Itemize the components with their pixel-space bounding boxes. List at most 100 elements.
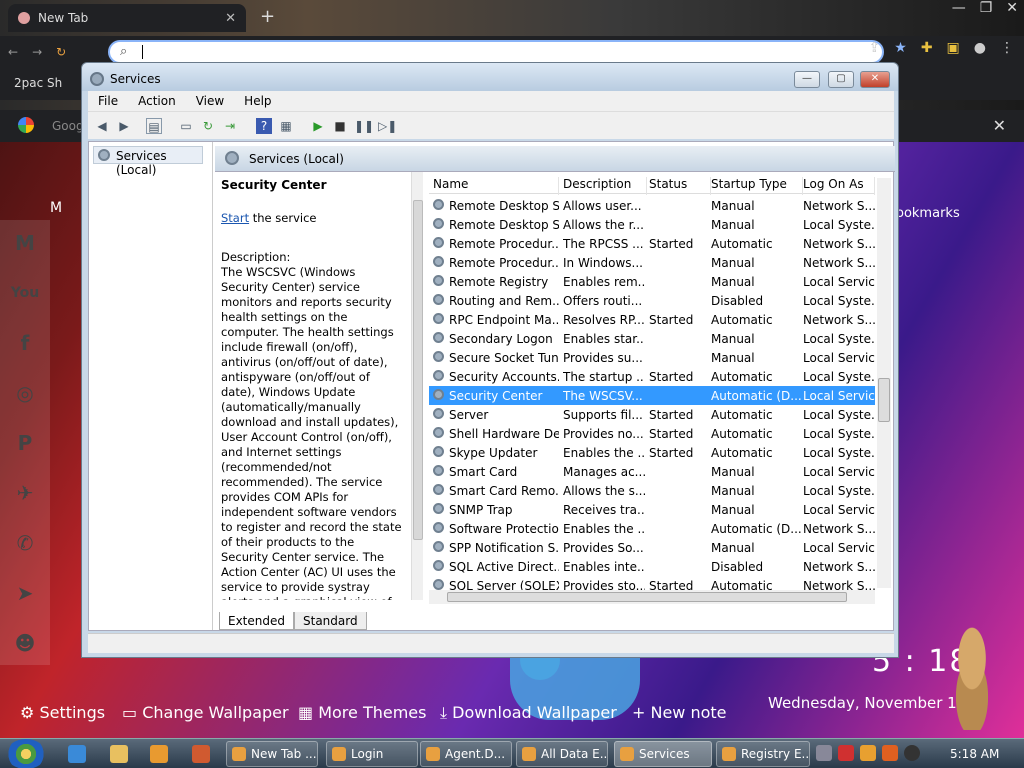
pause-service-icon[interactable]: ❚❚ [354,118,374,134]
tray-app-icon[interactable] [816,745,832,761]
show-hide-tree-icon[interactable]: ▤ [146,118,162,134]
download-wallpaper-button[interactable]: ⤓ Download Wallpaper [440,703,617,723]
menu-file[interactable]: File [88,91,128,111]
export-list-icon[interactable]: ⇥ [222,118,238,134]
settings-button[interactable]: ⚙ Settings [20,703,105,722]
forward-icon[interactable]: → [32,45,42,59]
taskbar-clock[interactable]: 5:18 AM [950,747,999,761]
table-row[interactable]: Remote Registry Enables rem... Manual Local… [429,272,875,291]
bookmarks-link[interactable]: ookmarks [896,206,960,221]
col-description[interactable]: Description [563,177,647,195]
close-tab-icon[interactable]: ✕ [225,11,236,26]
back-icon[interactable]: ← [8,45,18,59]
task-new-tab[interactable]: New Tab ... [226,741,318,767]
table-row[interactable]: Security Accounts... The startup ... Start… [429,367,875,386]
close-icon[interactable]: ✕ [1006,0,1018,16]
ie-icon[interactable] [68,745,86,763]
col-status[interactable]: Status [649,177,711,195]
app-icon[interactable] [192,745,210,763]
table-row[interactable]: SQL Active Direct... Enables inte... Disab… [429,557,875,576]
facebook-icon[interactable]: f [8,326,42,360]
tree-item-services-local[interactable]: Services (Local) [93,146,203,177]
task-login[interactable]: Login [326,741,418,767]
task-registry-editor[interactable]: Registry E... [716,741,810,767]
table-horizontal-scrollbar[interactable] [429,590,875,604]
tab-extended[interactable]: Extended [219,612,294,630]
explorer-icon[interactable] [110,745,128,763]
close-banner-icon[interactable]: ✕ [993,116,1006,135]
restart-service-icon[interactable]: ▷❚ [378,118,397,134]
whatsapp-icon[interactable]: ✆ [8,526,42,560]
star-icon[interactable]: ★ [894,40,907,56]
maximize-window-button[interactable]: ▢ [828,71,854,88]
media-player-icon[interactable] [150,745,168,763]
scroll-thumb[interactable] [413,200,423,540]
change-wallpaper-button[interactable]: ▭ Change Wallpaper [122,703,289,722]
table-row[interactable]: Skype Updater Enables the ... Started Autom… [429,443,875,462]
start-service-icon[interactable]: ▶ [310,118,326,134]
forward-arrow-icon[interactable]: ▶ [116,118,132,134]
task-all-data[interactable]: All Data E... [516,741,608,767]
col-name[interactable]: Name [433,177,559,195]
table-row[interactable]: Smart Card Remo... Allows the s... Manual L… [429,481,875,500]
view-icon[interactable]: ▦ [278,118,294,134]
new-tab-button[interactable]: + [260,6,275,27]
share-icon[interactable]: ⇪ [869,40,881,56]
menu-help[interactable]: Help [234,91,281,111]
start-button[interactable] [6,739,46,768]
table-row[interactable]: Secure Socket Tun... Provides su... Manual… [429,348,875,367]
menu-view[interactable]: View [186,91,234,111]
table-vertical-scrollbar[interactable] [877,178,891,588]
menu-action[interactable]: Action [128,91,186,111]
table-row[interactable]: Software Protection Enables the ... Automa… [429,519,875,538]
table-row[interactable]: SPP Notification S... Provides So... Manua… [429,538,875,557]
col-log-on-as[interactable]: Log On As [803,177,875,195]
table-row[interactable]: SNMP Trap Receives tra... Manual Local Serv… [429,500,875,519]
tray-antivirus-icon[interactable] [838,745,854,761]
twitter-icon[interactable]: ✈ [8,476,42,510]
reddit-icon[interactable]: ☻ [8,626,42,660]
menu-icon[interactable]: ⋮ [1000,40,1014,56]
table-row[interactable]: Smart Card Manages ac... Manual Local Servi… [429,462,875,481]
bookmark-2pac[interactable]: 2pac Sh [14,76,62,90]
table-row[interactable]: Remote Desktop S... Allows user... Manual N… [429,196,875,215]
extensions-icon[interactable]: ✚ [921,40,933,56]
refresh-icon[interactable]: ↻ [200,118,216,134]
new-note-button[interactable]: + New note [632,703,727,722]
reload-icon[interactable]: ↻ [56,45,66,59]
restore-icon[interactable]: ❐ [980,0,993,16]
col-startup-type[interactable]: Startup Type [711,177,803,195]
help-icon[interactable]: ? [256,118,272,134]
table-row[interactable]: Remote Procedur... In Windows... Manual Net… [429,253,875,272]
sidepanel-icon[interactable]: ▣ [947,40,960,56]
youtube-icon[interactable]: You [8,276,42,310]
table-row[interactable]: Remote Procedur... The RPCSS ... Started Au… [429,234,875,253]
gmail-icon[interactable]: M [8,226,42,260]
more-themes-button[interactable]: ▦ More Themes [298,703,426,722]
instagram-icon[interactable]: ◎ [8,376,42,410]
scroll-thumb[interactable] [878,378,890,422]
close-window-button[interactable]: ✕ [860,71,890,88]
table-row[interactable]: RPC Endpoint Ma... Resolves RP... Started A… [429,310,875,329]
tab-standard[interactable]: Standard [294,612,367,630]
table-row[interactable]: Shell Hardware De... Provides no... Starte… [429,424,875,443]
table-row[interactable]: Security Center The WSCSV... Automatic (D.… [429,386,875,405]
description-scrollbar[interactable] [411,172,423,600]
table-row[interactable]: Remote Desktop S... Allows the r... Manual… [429,215,875,234]
table-row[interactable]: Server Supports fil... Started Automatic Loc… [429,405,875,424]
back-arrow-icon[interactable]: ◀ [94,118,110,134]
services-titlebar[interactable] [82,63,898,91]
minimize-window-button[interactable]: — [794,71,820,88]
table-row[interactable]: Routing and Rem... Offers routi... Disable… [429,291,875,310]
task-agent[interactable]: Agent.D... [420,741,512,767]
table-row[interactable]: Secondary Logon Enables star... Manual Loca… [429,329,875,348]
browser-tab-new-tab[interactable]: New Tab ✕ [8,4,246,32]
start-service-link[interactable]: Start [221,211,249,225]
tray-search-icon[interactable] [860,745,876,761]
scroll-thumb[interactable] [447,592,847,602]
stop-service-icon[interactable]: ■ [332,118,348,134]
minimize-icon[interactable]: — [952,0,966,16]
properties-icon[interactable]: ▭ [178,118,194,134]
telegram-icon[interactable]: ➤ [8,576,42,610]
pinterest-icon[interactable]: P [8,426,42,460]
